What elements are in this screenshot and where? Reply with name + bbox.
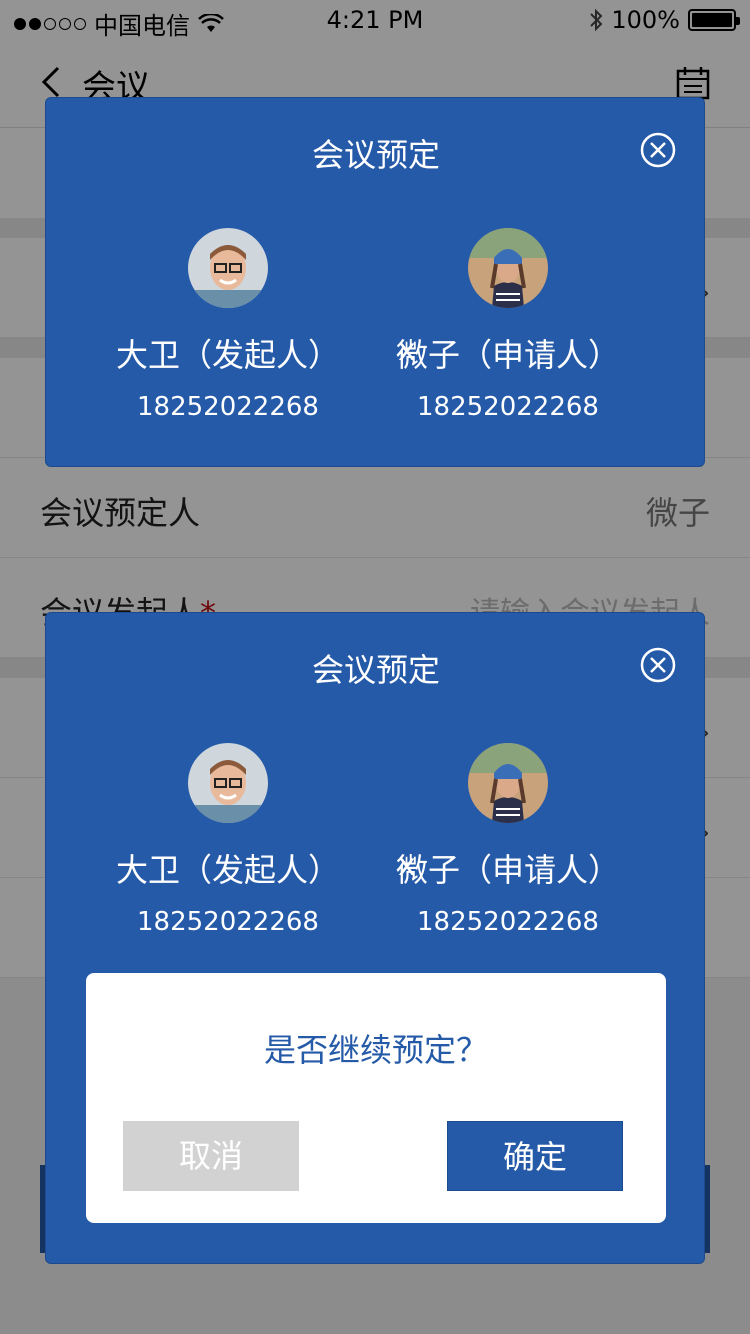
initiator-phone: 18252022268 <box>137 907 319 937</box>
confirm-dialog: 是否继续预定？ 取消 确定 <box>86 973 666 1223</box>
booking-confirm-modal: 会议预定 大卫（发起人） 18252022268 x 微子（申请人） 18252… <box>45 612 705 1264</box>
initiator-card: 大卫（发起人） 18252022268 <box>88 228 368 422</box>
modal-title: 会议预定 <box>311 136 440 174</box>
avatar <box>468 743 548 823</box>
applicant-name: 微子（申请人） <box>395 336 620 374</box>
applicant-card: 微子（申请人） 18252022268 <box>368 743 648 937</box>
avatar <box>188 743 268 823</box>
avatar <box>188 228 268 308</box>
initiator-name: 大卫（发起人） <box>115 851 340 889</box>
booking-modal: 会议预定 大卫（发起人） 18252022268 x 微子（申请人） 18252… <box>45 97 705 467</box>
close-icon[interactable] <box>640 647 676 683</box>
confirm-question: 是否继续预定？ <box>263 1031 488 1069</box>
close-icon[interactable] <box>640 132 676 168</box>
avatar <box>468 228 548 308</box>
cancel-button[interactable]: 取消 <box>123 1121 299 1191</box>
initiator-card: 大卫（发起人） 18252022268 <box>88 743 368 937</box>
applicant-phone: 18252022268 <box>417 392 599 422</box>
applicant-phone: 18252022268 <box>417 907 599 937</box>
applicant-name: 微子（申请人） <box>395 851 620 889</box>
applicant-card: 微子（申请人） 18252022268 <box>368 228 648 422</box>
initiator-name: 大卫（发起人） <box>115 336 340 374</box>
confirm-button[interactable]: 确定 <box>447 1121 623 1191</box>
initiator-phone: 18252022268 <box>137 392 319 422</box>
modal-title: 会议预定 <box>311 651 440 689</box>
